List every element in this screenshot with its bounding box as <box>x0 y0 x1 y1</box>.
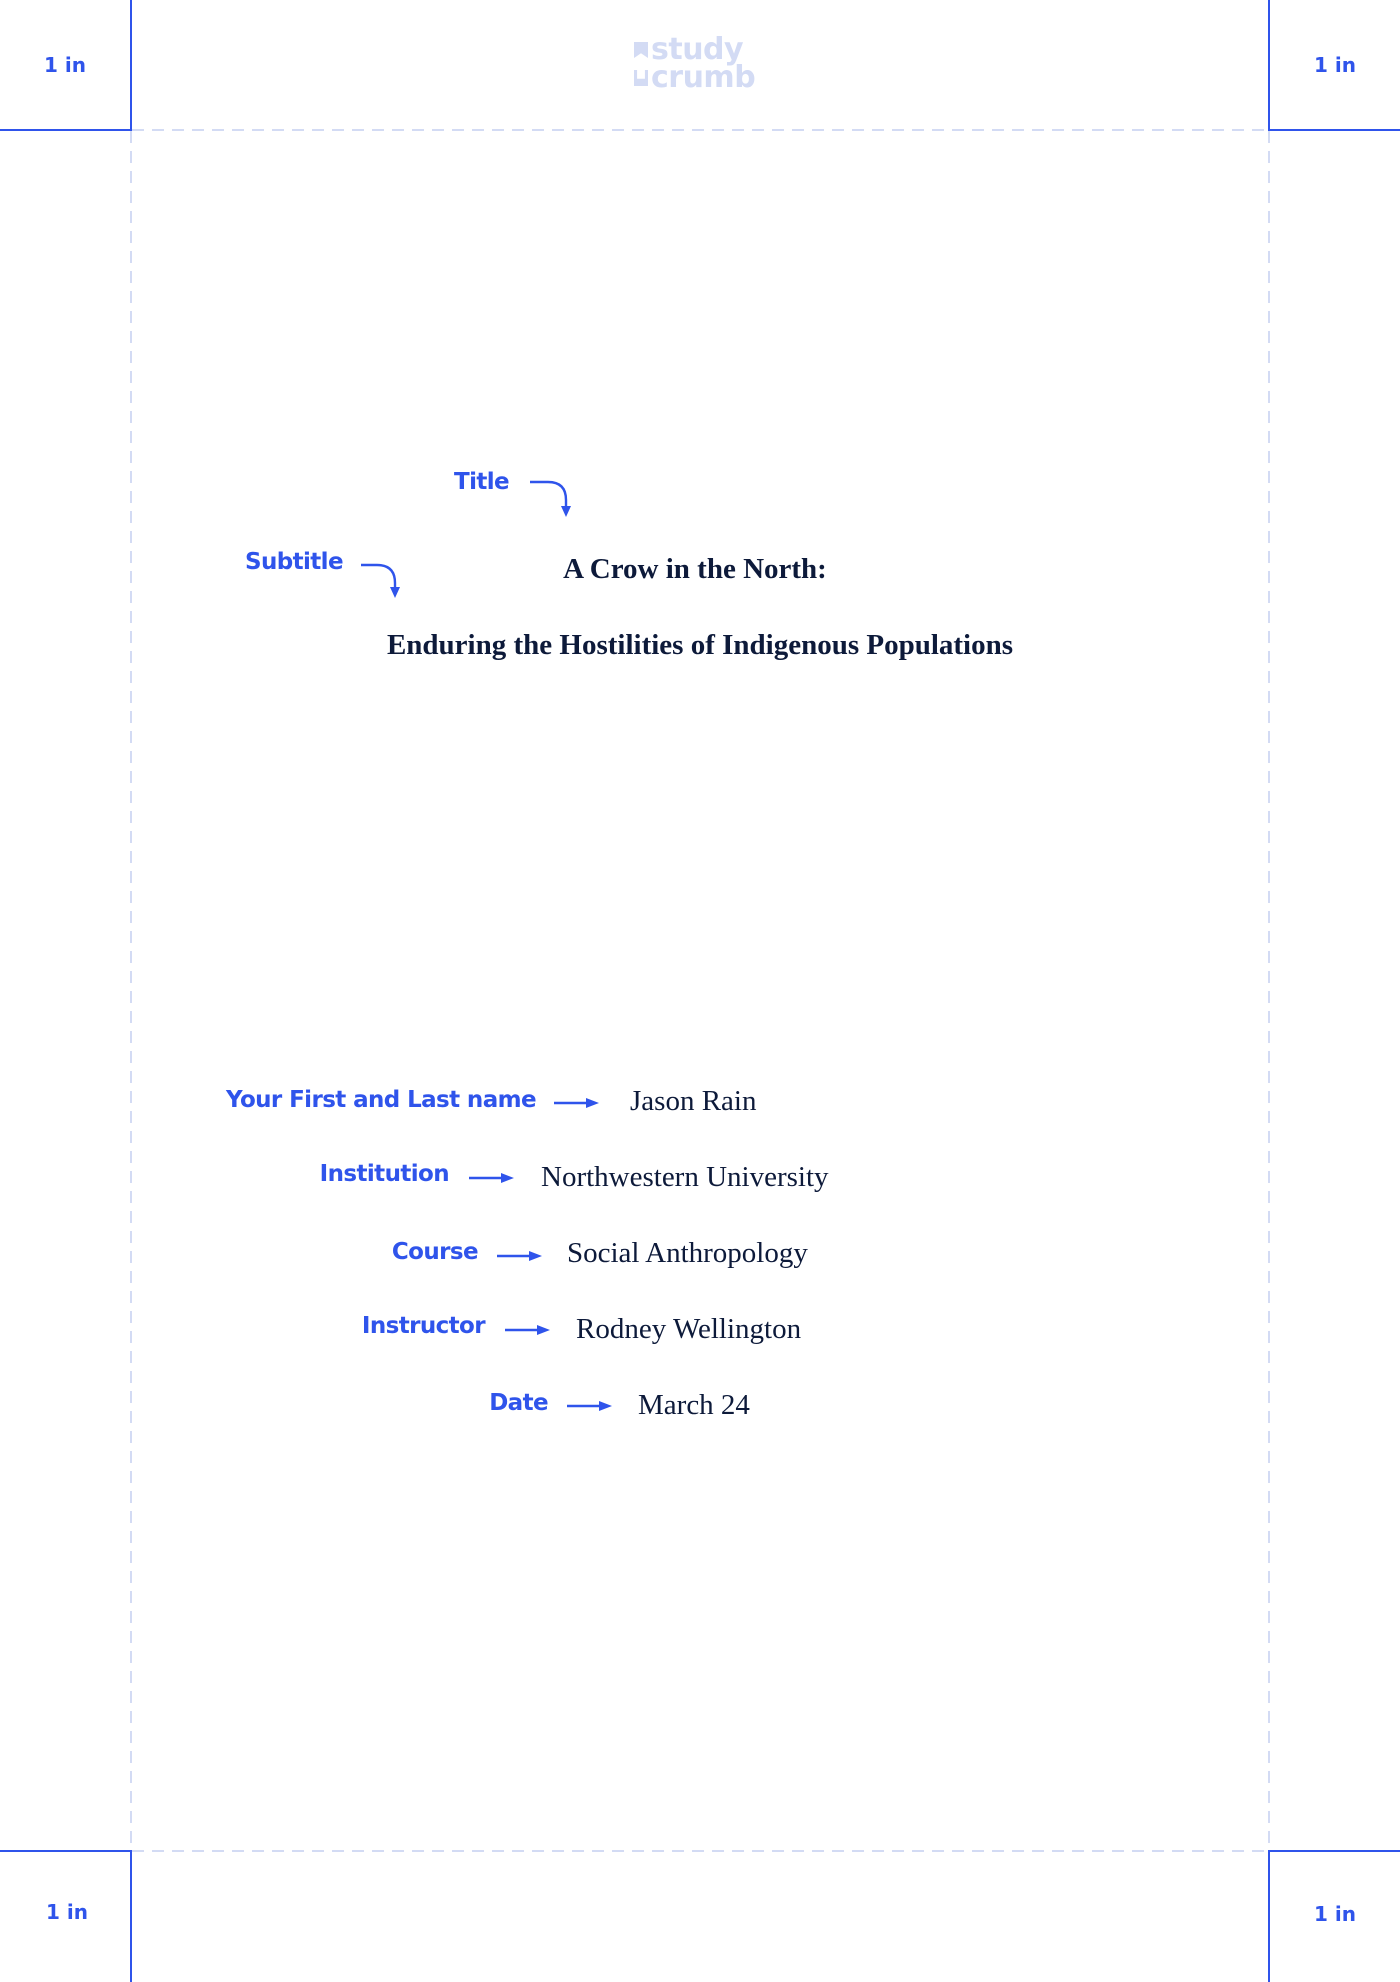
arrow-right-icon <box>505 1325 550 1335</box>
course-value: Social Anthropology <box>567 1237 808 1269</box>
annotation-institution: Institution <box>319 1161 450 1187</box>
margin-label-bottom-left: 1 in <box>46 1900 88 1924</box>
logo-text-line2: crumb <box>651 60 756 95</box>
corner-line <box>130 0 132 131</box>
bookmark-icon <box>634 42 648 58</box>
margin-label-bottom-right: 1 in <box>1314 1902 1356 1926</box>
institution-value: Northwestern University <box>541 1161 829 1193</box>
corner-line <box>0 129 132 131</box>
annotation-title: Title <box>454 469 510 495</box>
left-margin-guide <box>130 131 132 1850</box>
bottom-margin-guide <box>132 1850 1269 1852</box>
arrow-right-icon <box>554 1098 599 1108</box>
corner-line <box>1268 1850 1400 1852</box>
cup-icon <box>634 70 648 86</box>
document-title: A Crow in the North: <box>563 553 827 585</box>
top-margin-guide <box>132 129 1269 131</box>
corner-line <box>1268 129 1400 131</box>
instructor-value: Rodney Wellington <box>576 1313 802 1345</box>
date-value: March 24 <box>638 1389 750 1421</box>
title-page-guide: 1 in 1 in 1 in 1 in study crumb Title Su… <box>0 0 1400 1982</box>
margin-label-top-left: 1 in <box>44 53 86 77</box>
studycrumb-logo: study crumb <box>634 35 774 95</box>
annotation-instructor: Instructor <box>361 1313 486 1339</box>
right-margin-guide <box>1268 131 1270 1850</box>
annotation-course: Course <box>391 1239 479 1265</box>
document-subtitle: Enduring the Hostilities of Indigenous P… <box>386 629 1014 661</box>
corner-line <box>0 1850 132 1852</box>
arrow-right-icon <box>567 1401 612 1411</box>
annotation-name: Your First and Last name <box>226 1087 537 1113</box>
arrow-right-icon <box>469 1173 514 1183</box>
author-name: Jason Rain <box>630 1085 757 1117</box>
curved-arrow-title-icon <box>530 480 571 517</box>
arrow-right-icon <box>497 1251 542 1261</box>
annotation-date: Date <box>489 1390 548 1416</box>
margin-label-top-right: 1 in <box>1314 53 1356 77</box>
